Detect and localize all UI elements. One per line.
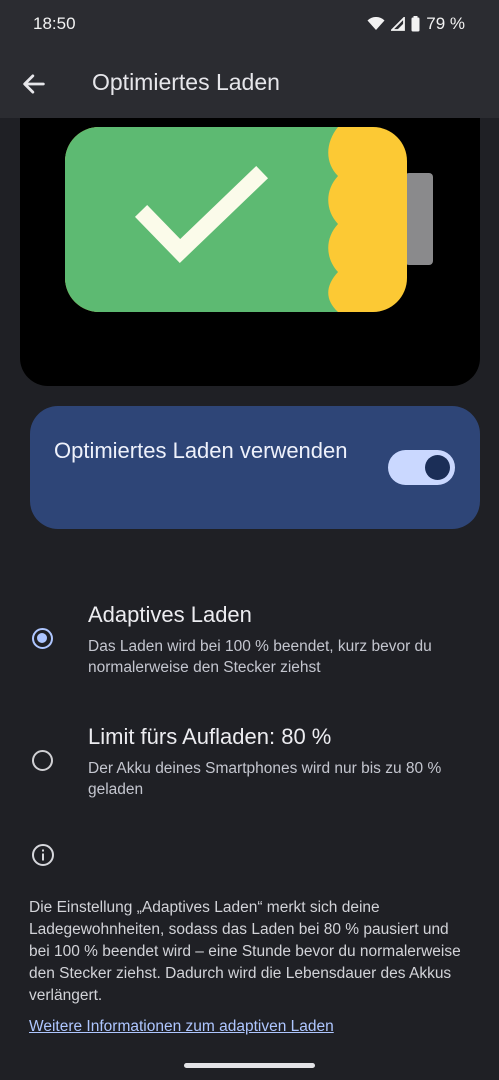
page-title: Optimiertes Laden bbox=[92, 69, 280, 95]
battery-icon bbox=[411, 16, 420, 32]
info-icon bbox=[32, 844, 54, 866]
wifi-icon bbox=[367, 17, 385, 30]
toggle-label: Optimiertes Laden verwenden bbox=[54, 438, 348, 463]
radio-charging-limit[interactable] bbox=[32, 750, 53, 771]
battery-charged-check-illustration bbox=[65, 127, 433, 312]
back-arrow-icon[interactable] bbox=[20, 70, 48, 98]
switch-thumb bbox=[425, 455, 450, 480]
radio-adaptive-charging[interactable] bbox=[32, 628, 53, 649]
navigation-handle[interactable] bbox=[184, 1063, 315, 1068]
status-time: 18:50 bbox=[33, 14, 76, 33]
battery-percent: 79 % bbox=[426, 14, 465, 33]
signal-icon bbox=[391, 17, 406, 31]
option-charging-limit[interactable]: Limit fürs Aufladen: 80 % Der Akku deine… bbox=[0, 722, 499, 812]
optimized-charging-toggle-card[interactable]: Optimiertes Laden verwenden bbox=[30, 406, 480, 529]
optimized-charging-switch[interactable] bbox=[388, 450, 455, 485]
status-icons: 79 % bbox=[367, 14, 465, 34]
battery-illustration bbox=[20, 118, 480, 386]
option-title: Adaptives Laden bbox=[88, 602, 252, 627]
option-title: Limit fürs Aufladen: 80 % bbox=[88, 724, 332, 749]
info-description: Die Einstellung „Adaptives Laden“ merkt … bbox=[29, 899, 461, 1004]
app-bar: Optimiertes Laden bbox=[0, 48, 499, 118]
option-subtitle: Das Laden wird bei 100 % beendet, kurz b… bbox=[88, 638, 432, 676]
learn-more-link[interactable]: Weitere Informationen zum adaptiven Lade… bbox=[29, 1018, 334, 1036]
status-bar: 18:50 79 % bbox=[0, 0, 499, 48]
option-adaptive-charging[interactable]: Adaptives Laden Das Laden wird bei 100 %… bbox=[0, 600, 499, 690]
option-subtitle: Der Akku deines Smartphones wird nur bis… bbox=[88, 760, 442, 798]
